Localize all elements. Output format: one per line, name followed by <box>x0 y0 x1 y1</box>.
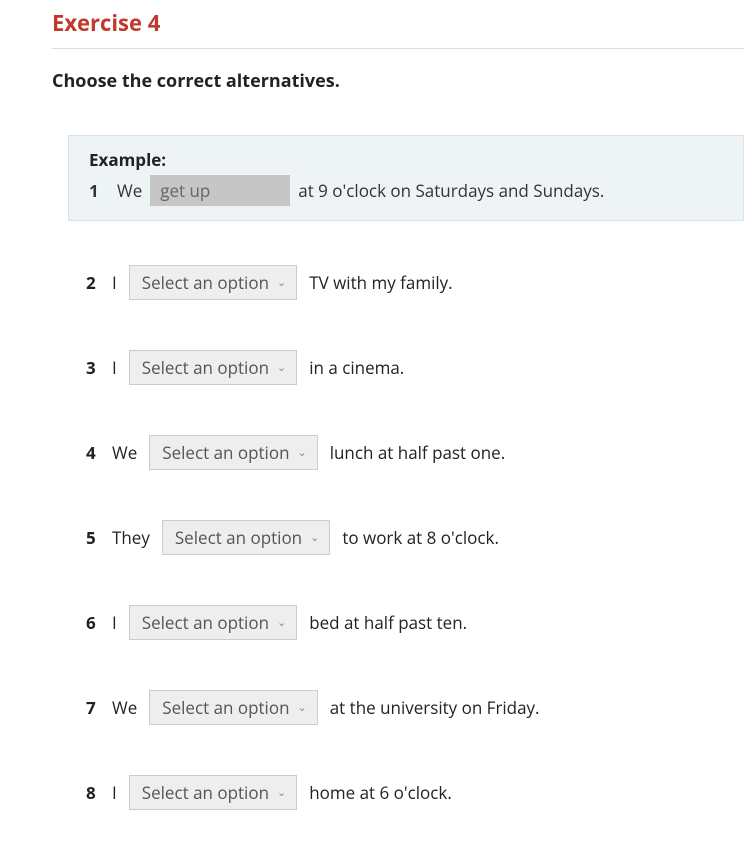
question-row: 2 I Select an option ⌄ TV with my family… <box>86 265 744 300</box>
question-before-text: We <box>112 696 137 719</box>
question-before-text: I <box>112 271 117 294</box>
select-placeholder: Select an option <box>175 526 302 549</box>
question-number: 4 <box>86 441 100 464</box>
question-after-text: lunch at half past one. <box>330 441 505 464</box>
question-after-text: TV with my family. <box>309 271 452 294</box>
question-before-text: We <box>112 441 137 464</box>
answer-select[interactable]: Select an option ⌄ <box>129 605 297 640</box>
exercise-title: Exercise 4 <box>52 8 744 38</box>
answer-select[interactable]: Select an option ⌄ <box>149 690 317 725</box>
question-number: 2 <box>86 271 100 294</box>
question-row: 7 We Select an option ⌄ at the universit… <box>86 690 744 725</box>
select-placeholder: Select an option <box>142 611 269 634</box>
chevron-down-icon: ⌄ <box>277 785 286 800</box>
example-before-text: We <box>117 179 142 202</box>
answer-select[interactable]: Select an option ⌄ <box>129 265 297 300</box>
question-before-text: I <box>112 781 117 804</box>
chevron-down-icon: ⌄ <box>298 445 307 460</box>
answer-select[interactable]: Select an option ⌄ <box>162 520 330 555</box>
question-row: 3 I Select an option ⌄ in a cinema. <box>86 350 744 385</box>
question-row: 8 I Select an option ⌄ home at 6 o'clock… <box>86 775 744 810</box>
select-placeholder: Select an option <box>162 696 289 719</box>
select-placeholder: Select an option <box>142 781 269 804</box>
answer-select[interactable]: Select an option ⌄ <box>129 350 297 385</box>
select-placeholder: Select an option <box>142 356 269 379</box>
question-after-text: at the university on Friday. <box>330 696 540 719</box>
example-label: Example: <box>89 148 723 171</box>
question-before-text: I <box>112 356 117 379</box>
question-number: 7 <box>86 696 100 719</box>
instruction-text: Choose the correct alternatives. <box>52 69 744 93</box>
select-placeholder: Select an option <box>142 271 269 294</box>
question-row: 6 I Select an option ⌄ bed at half past … <box>86 605 744 640</box>
question-before-text: I <box>112 611 117 634</box>
chevron-down-icon: ⌄ <box>277 360 286 375</box>
chevron-down-icon: ⌄ <box>277 275 286 290</box>
chevron-down-icon: ⌄ <box>310 530 319 545</box>
example-number: 1 <box>89 179 109 202</box>
question-number: 5 <box>86 526 100 549</box>
chevron-down-icon: ⌄ <box>298 700 307 715</box>
example-box: Example: 1 We get up at 9 o'clock on Sat… <box>68 135 744 221</box>
example-after-text: at 9 o'clock on Saturdays and Sundays. <box>298 179 604 202</box>
question-after-text: bed at half past ten. <box>309 611 467 634</box>
select-placeholder: Select an option <box>162 441 289 464</box>
question-row: 4 We Select an option ⌄ lunch at half pa… <box>86 435 744 470</box>
question-number: 3 <box>86 356 100 379</box>
divider <box>52 48 744 49</box>
example-row: 1 We get up at 9 o'clock on Saturdays an… <box>89 175 723 206</box>
example-answer: get up <box>150 175 290 206</box>
answer-select[interactable]: Select an option ⌄ <box>129 775 297 810</box>
question-after-text: to work at 8 o'clock. <box>342 526 499 549</box>
question-before-text: They <box>112 526 150 549</box>
question-after-text: in a cinema. <box>309 356 404 379</box>
chevron-down-icon: ⌄ <box>277 615 286 630</box>
answer-select[interactable]: Select an option ⌄ <box>149 435 317 470</box>
question-number: 8 <box>86 781 100 804</box>
question-number: 6 <box>86 611 100 634</box>
question-row: 5 They Select an option ⌄ to work at 8 o… <box>86 520 744 555</box>
questions-list: 2 I Select an option ⌄ TV with my family… <box>52 265 744 810</box>
question-after-text: home at 6 o'clock. <box>309 781 452 804</box>
